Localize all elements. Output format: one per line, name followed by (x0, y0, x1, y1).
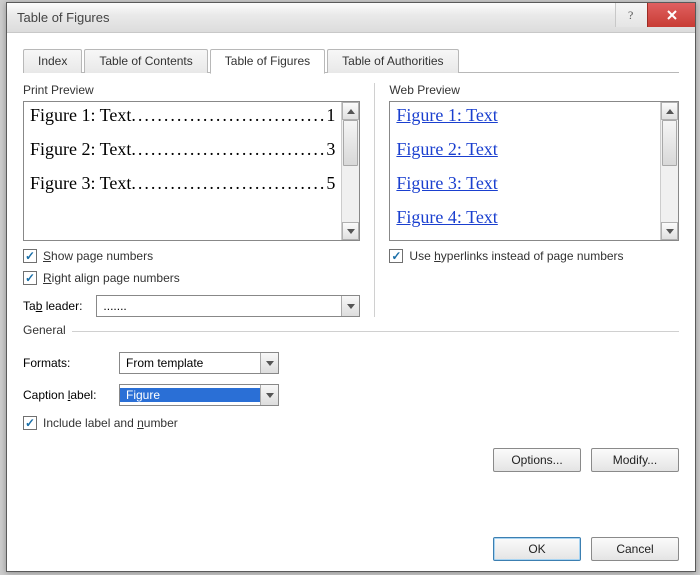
chevron-down-icon (347, 304, 355, 309)
modify-button[interactable]: Modify... (591, 448, 679, 472)
show-page-numbers-checkbox[interactable]: Show page numbers (23, 249, 360, 263)
scroll-thumb[interactable] (343, 120, 358, 166)
use-hyperlinks-checkbox[interactable]: Use hyperlinks instead of page numbers (389, 249, 679, 263)
caption-label-row: Caption label: Figure (23, 384, 679, 406)
include-label-checkbox[interactable]: Include label and number (23, 416, 679, 430)
scroll-track[interactable] (661, 120, 678, 222)
print-preview-list[interactable]: Figure 1: Text..........................… (23, 101, 360, 241)
formats-label: Formats: (23, 356, 113, 370)
print-preview-column: Print Preview Figure 1: Text............… (23, 83, 375, 317)
titlebar: Table of Figures ? (7, 3, 695, 33)
tab-content: Print Preview Figure 1: Text............… (23, 73, 679, 561)
scroll-track[interactable] (342, 120, 359, 222)
chevron-down-icon (266, 393, 274, 398)
web-preview-label: Web Preview (389, 83, 679, 97)
window-title: Table of Figures (17, 10, 615, 25)
caption-label-label: Caption label: (23, 388, 113, 402)
scroll-up-button[interactable] (342, 102, 359, 120)
checkbox-label: Include label and number (43, 416, 178, 430)
dialog-buttons: OK Cancel (23, 537, 679, 561)
print-preview-list-inner: Figure 1: Text..........................… (24, 102, 341, 240)
tab-table-of-figures[interactable]: Table of Figures (210, 49, 325, 74)
chevron-down-icon (666, 229, 674, 234)
cancel-button[interactable]: Cancel (591, 537, 679, 561)
dialog-window: Table of Figures ? Index Table of Conten… (6, 2, 696, 572)
scroll-down-button[interactable] (661, 222, 678, 240)
titlebar-buttons: ? (615, 3, 695, 32)
close-button[interactable] (647, 3, 695, 27)
select-dropdown-button[interactable] (341, 296, 359, 316)
list-item[interactable]: Figure 3: Text (396, 174, 654, 192)
tab-table-of-authorities[interactable]: Table of Authorities (327, 49, 458, 73)
svg-text:?: ? (628, 8, 633, 22)
checkbox-icon (23, 271, 37, 285)
tab-index[interactable]: Index (23, 49, 82, 73)
select-value: From template (120, 356, 260, 370)
help-button[interactable]: ? (615, 3, 647, 27)
select-dropdown-button[interactable] (260, 385, 278, 405)
list-item[interactable]: Figure 2: Text (396, 140, 654, 158)
list-item[interactable]: Figure 1: Text (396, 106, 654, 124)
checkbox-icon (389, 249, 403, 263)
options-button[interactable]: Options... (493, 448, 581, 472)
chevron-up-icon (666, 109, 674, 114)
tab-table-of-contents[interactable]: Table of Contents (84, 49, 207, 73)
checkbox-icon (23, 249, 37, 263)
formats-row: Formats: From template (23, 352, 679, 374)
chevron-down-icon (347, 229, 355, 234)
formats-select[interactable]: From template (119, 352, 279, 374)
preview-columns: Print Preview Figure 1: Text............… (23, 83, 679, 317)
select-value: Figure (120, 388, 260, 402)
ok-button[interactable]: OK (493, 537, 581, 561)
checkbox-label: Use hyperlinks instead of page numbers (409, 249, 623, 263)
tab-leader-row: Tab leader: ....... (23, 295, 360, 317)
scroll-up-button[interactable] (661, 102, 678, 120)
tab-leader-label: Tab leader: (23, 299, 82, 313)
scrollbar[interactable] (660, 102, 678, 240)
list-item: Figure 1: Text..........................… (30, 106, 335, 124)
checkbox-label: Right align page numbers (43, 271, 180, 285)
scroll-down-button[interactable] (342, 222, 359, 240)
general-section: General Formats: From template Caption l… (23, 331, 679, 472)
list-item: Figure 3: Text..........................… (30, 174, 335, 192)
dialog-body: Index Table of Contents Table of Figures… (7, 33, 695, 571)
web-preview-column: Web Preview Figure 1: Text Figure 2: Tex… (375, 83, 679, 317)
tabstrip: Index Table of Contents Table of Figures… (23, 47, 679, 73)
chevron-up-icon (347, 109, 355, 114)
select-dropdown-button[interactable] (260, 353, 278, 373)
checkbox-icon (23, 416, 37, 430)
web-preview-list-inner: Figure 1: Text Figure 2: Text Figure 3: … (390, 102, 660, 240)
caption-label-select[interactable]: Figure (119, 384, 279, 406)
select-value: ....... (97, 299, 341, 313)
scroll-thumb[interactable] (662, 120, 677, 166)
chevron-down-icon (266, 361, 274, 366)
list-item[interactable]: Figure 4: Text (396, 208, 654, 226)
scrollbar[interactable] (341, 102, 359, 240)
list-item: Figure 2: Text..........................… (30, 140, 335, 158)
print-preview-label: Print Preview (23, 83, 360, 97)
tab-leader-select[interactable]: ....... (96, 295, 360, 317)
options-modify-row: Options... Modify... (23, 448, 679, 472)
web-preview-list[interactable]: Figure 1: Text Figure 2: Text Figure 3: … (389, 101, 679, 241)
right-align-page-numbers-checkbox[interactable]: Right align page numbers (23, 271, 360, 285)
general-legend: General (23, 323, 72, 337)
checkbox-label: Show page numbers (43, 249, 153, 263)
